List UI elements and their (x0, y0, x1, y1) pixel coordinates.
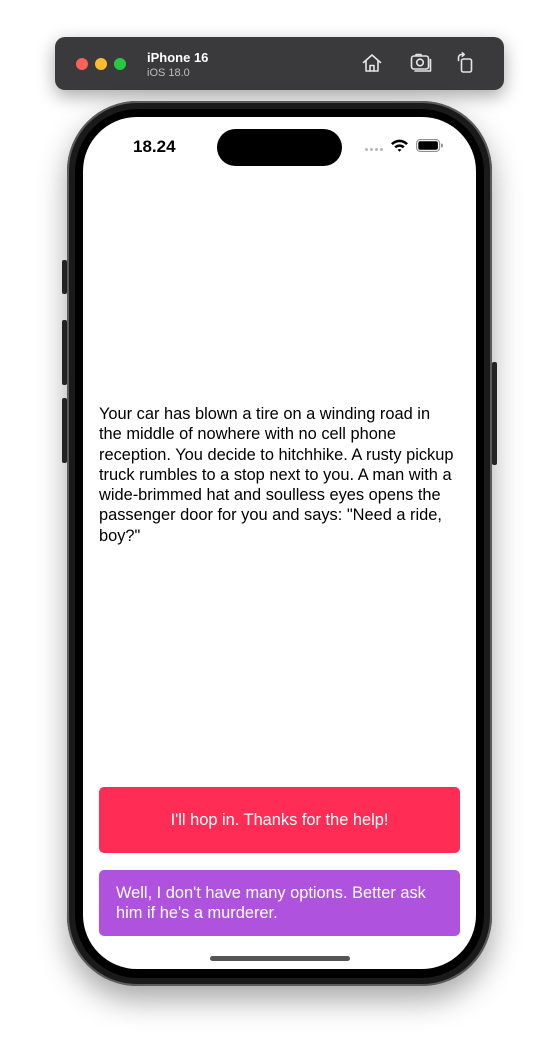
minimize-window-button[interactable] (95, 58, 107, 70)
dynamic-island (217, 129, 342, 166)
home-indicator[interactable] (210, 956, 350, 961)
choice-label: I'll hop in. Thanks for the help! (170, 810, 389, 829)
choice-button-hop-in[interactable]: I'll hop in. Thanks for the help! (99, 787, 460, 853)
story-text: Your car has blown a tire on a winding r… (99, 405, 454, 545)
simulator-window: iPhone 16 iOS 18.0 18.24 Your car has bl… (0, 0, 559, 1062)
cellular-signal-icon (365, 148, 385, 152)
simulator-toolbar: iPhone 16 iOS 18.0 (55, 37, 504, 90)
home-button[interactable] (360, 51, 384, 75)
status-time: 18.24 (133, 137, 176, 156)
screenshot-button[interactable] (409, 51, 433, 75)
side-power-button (492, 362, 497, 465)
choice-button-ask-murderer[interactable]: Well, I don't have many options. Better … (99, 870, 460, 936)
screenshot-icon (410, 53, 432, 72)
device-os-version: iOS 18.0 (147, 67, 190, 79)
zoom-window-button[interactable] (114, 58, 126, 70)
battery-icon (416, 139, 443, 152)
rotate-icon (457, 52, 473, 73)
rotate-button[interactable] (454, 51, 478, 75)
home-icon (362, 54, 382, 72)
phone-screen: 18.24 Your car has blown a tire on a win… (83, 117, 476, 969)
choice-label: Well, I don't have many options. Better … (116, 883, 426, 922)
device-name: iPhone 16 (147, 50, 209, 65)
wifi-icon (391, 139, 408, 152)
close-window-button[interactable] (76, 58, 88, 70)
